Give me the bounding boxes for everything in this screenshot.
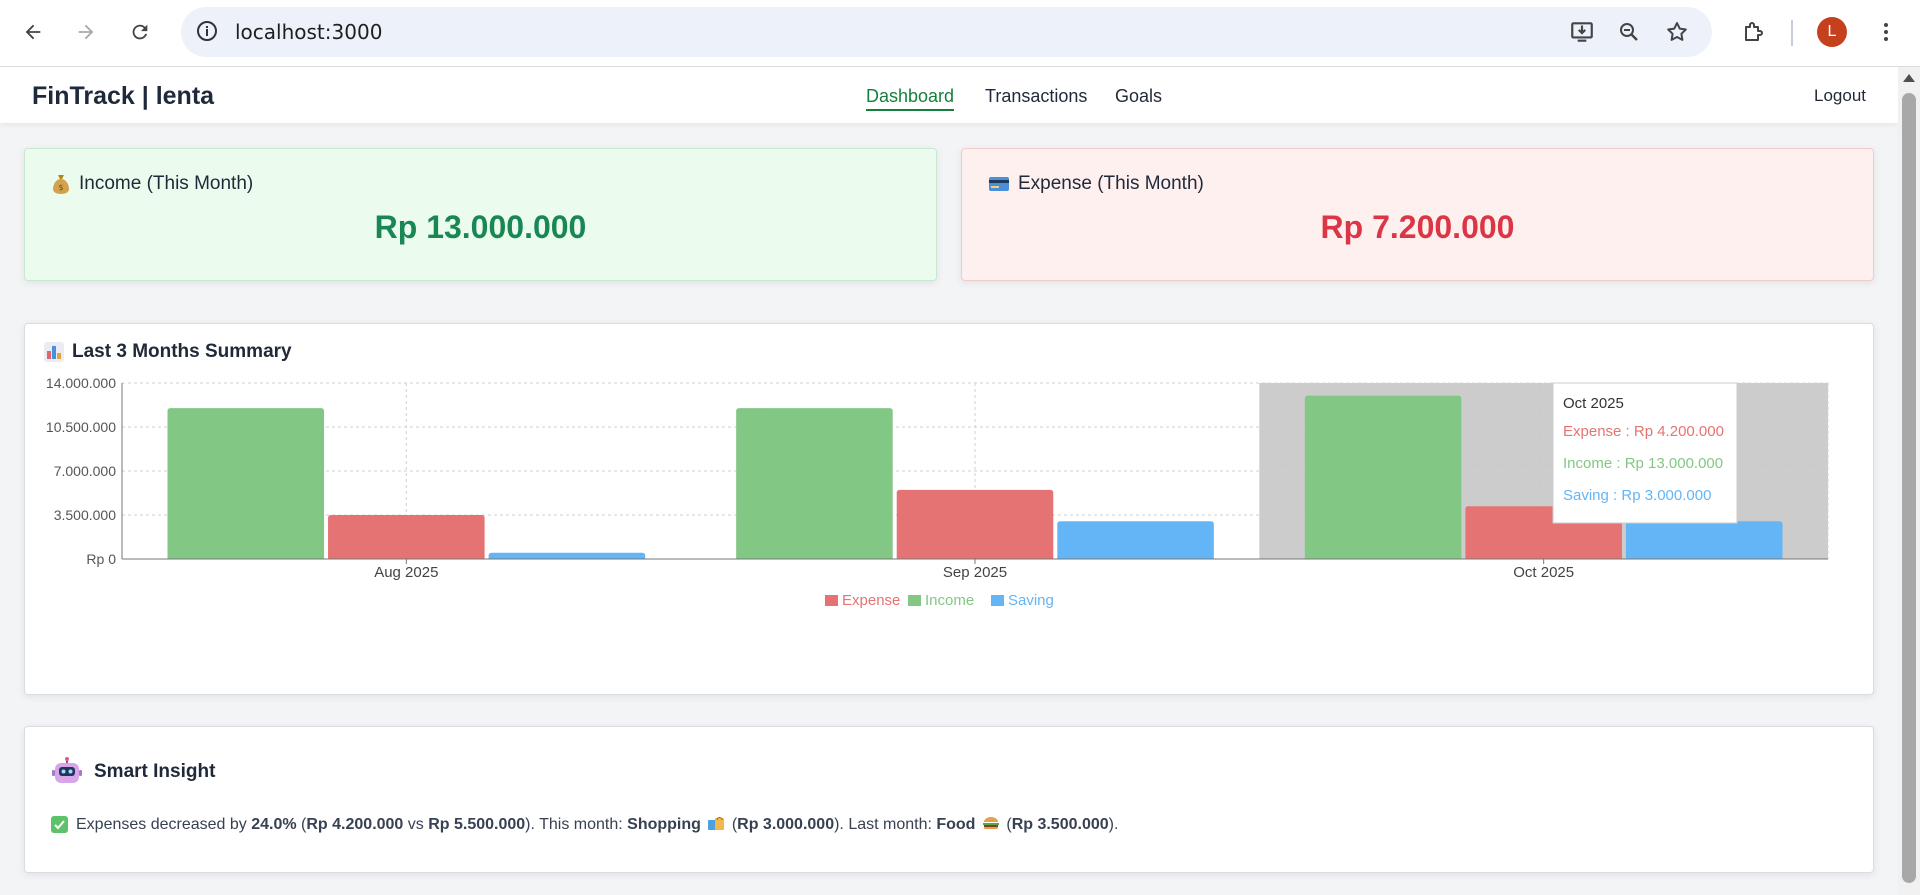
- x-tick-label: Aug 2025: [374, 564, 438, 581]
- bar-income-oct-2025: [1304, 395, 1462, 559]
- arrow-right-icon: [78, 24, 94, 40]
- zoom-button[interactable]: [1611, 14, 1647, 50]
- tooltip-title: Oct 2025: [1563, 395, 1624, 412]
- legend-swatch-income: [908, 595, 921, 606]
- insight-title-text: Smart Insight: [94, 761, 216, 782]
- tooltip-line: Expense : Rp 4.200.000: [1563, 423, 1724, 440]
- puzzle-icon: [1745, 22, 1763, 41]
- toolbar-separator: [1791, 20, 1793, 46]
- y-tick-label: 7.000.000: [54, 463, 116, 479]
- bar-expense-aug-2025: [328, 515, 485, 559]
- profile-avatar[interactable]: L: [1817, 17, 1847, 47]
- bar-chart-icon: [44, 342, 64, 362]
- scroll-up-arrow-icon[interactable]: [1902, 73, 1916, 83]
- browser-menu-button[interactable]: [1868, 14, 1904, 50]
- arrow-left-icon: [25, 24, 41, 40]
- nav-transactions[interactable]: Transactions: [985, 86, 1087, 107]
- expense-card: Expense (This Month) Rp 7.200.000: [961, 148, 1874, 281]
- zoom-out-icon: [1620, 23, 1638, 41]
- bookmark-button[interactable]: [1659, 14, 1695, 50]
- chart-card: Last 3 Months Summary Rp 0 3.500.000 7.000…: [24, 323, 1874, 695]
- y-tick-label: 14.000.000: [46, 375, 116, 391]
- reload-button[interactable]: [122, 14, 158, 50]
- robot-icon: [52, 757, 82, 783]
- x-tick-label: Sep 2025: [943, 564, 1007, 581]
- kebab-menu-icon: [1884, 23, 1888, 41]
- nav-goals[interactable]: Goals: [1115, 86, 1162, 107]
- bar-expense-sep-2025: [896, 489, 1054, 559]
- expense-label-text: Expense (This Month): [1018, 173, 1204, 194]
- chart-title-text: Last 3 Months Summary: [72, 341, 292, 362]
- install-app-button[interactable]: [1564, 14, 1600, 50]
- insight-text: Expenses decreased by 24.0% (Rp 4.200.00…: [51, 815, 1118, 834]
- extensions-button[interactable]: [1735, 14, 1771, 50]
- legend-swatch-expense: [825, 595, 838, 606]
- income-amount: Rp 13.000.000: [374, 209, 587, 245]
- tooltip-line: Saving : Rp 3.000.000: [1563, 487, 1711, 504]
- brand-title[interactable]: FinTrack | lenta: [32, 82, 214, 111]
- page-viewport: FinTrack | lenta Dashboard Transactions …: [0, 67, 1898, 895]
- tooltip-line: Income : Rp 13.000.000: [1563, 455, 1723, 472]
- insight-sentence: Expenses decreased by 24.0% (Rp 4.200.00…: [76, 816, 1119, 833]
- star-icon: [1667, 22, 1687, 41]
- logout-link[interactable]: Logout: [1814, 86, 1866, 106]
- svg-text:$: $: [58, 183, 63, 192]
- bar-chart[interactable]: Rp 0 3.500.000 7.000.000 10.500.000 14.000.0…: [25, 374, 1873, 674]
- page-scrollbar[interactable]: [1898, 67, 1920, 895]
- credit-card-icon: [989, 177, 1009, 191]
- income-label: $ Income (This Month): [51, 173, 253, 195]
- expense-label: Expense (This Month): [988, 173, 1204, 195]
- legend-label-expense: Expense: [842, 592, 900, 609]
- y-tick-label: 3.500.000: [54, 507, 116, 523]
- x-tick-label: Oct 2025: [1513, 564, 1574, 581]
- legend-label-income: Income: [925, 592, 974, 609]
- address-bar[interactable]: localhost:3000: [181, 7, 1712, 57]
- y-tick-label: Rp 0: [86, 551, 116, 567]
- chart-title: Last 3 Months Summary: [44, 341, 292, 363]
- reload-icon: [132, 24, 148, 40]
- bar-saving-oct-2025: [1625, 521, 1783, 559]
- app-navbar: FinTrack | lenta Dashboard Transactions …: [0, 67, 1898, 123]
- legend-swatch-saving: [991, 595, 1004, 606]
- expense-amount: Rp 7.200.000: [1320, 209, 1515, 245]
- forward-button[interactable]: [68, 14, 104, 50]
- bar-saving-sep-2025: [1057, 521, 1214, 559]
- insight-title: Smart Insight: [52, 757, 215, 787]
- income-card: $ Income (This Month) Rp 13.000.000: [24, 148, 937, 281]
- scrollbar-thumb[interactable]: [1902, 93, 1916, 883]
- back-button[interactable]: [15, 14, 51, 50]
- legend-label-saving: Saving: [1008, 592, 1054, 609]
- url-text[interactable]: localhost:3000: [235, 20, 382, 44]
- burger-icon: [982, 817, 999, 829]
- nav-dashboard[interactable]: Dashboard: [866, 86, 955, 111]
- browser-toolbar: localhost:3000 L: [0, 0, 1920, 67]
- income-label-text: Income (This Month): [79, 173, 254, 194]
- shopping-bags-icon: [708, 817, 725, 830]
- money-bag-icon: $: [53, 175, 69, 194]
- install-icon: [1571, 22, 1593, 42]
- bar-income-sep-2025: [736, 408, 893, 559]
- bar-income-aug-2025: [167, 408, 325, 559]
- y-tick-label: 10.500.000: [46, 419, 116, 435]
- bar-saving-aug-2025: [488, 552, 646, 559]
- insight-card: Smart Insight Expenses decreased by 24.0…: [24, 726, 1874, 873]
- info-icon[interactable]: [195, 19, 219, 43]
- check-box-icon: [51, 816, 68, 833]
